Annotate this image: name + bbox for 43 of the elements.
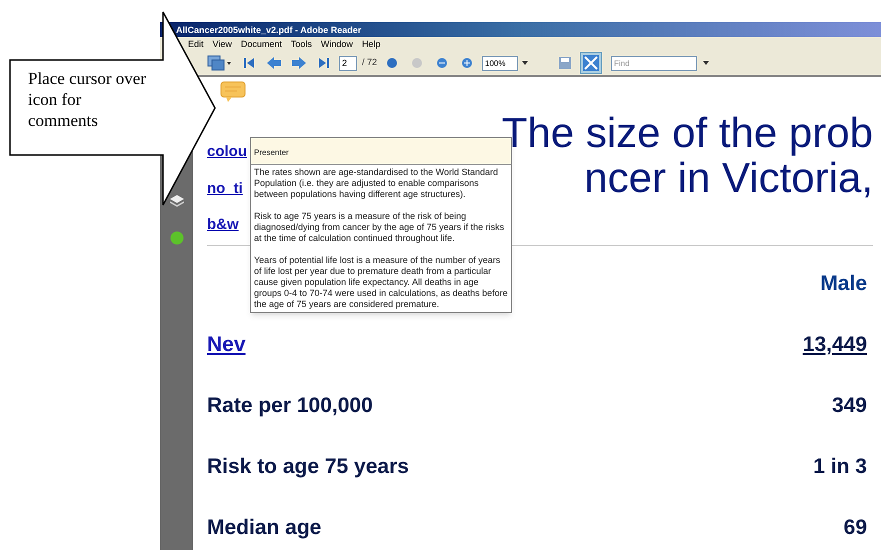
zoom-field[interactable]: 100%: [482, 56, 528, 70]
row-value: 1 in 3: [813, 454, 867, 480]
left-arrow-icon: [266, 56, 282, 70]
page-count: / 72: [362, 56, 378, 70]
column-header: Male: [820, 270, 867, 296]
menu-item[interactable]: Tools: [290, 38, 312, 50]
right-arrow-icon: [291, 56, 307, 70]
menu-item[interactable]: View: [212, 38, 232, 50]
dropdown-icon: [703, 61, 710, 65]
dropdown-icon: [522, 61, 528, 65]
zoom-out-icon: [436, 57, 448, 69]
row-label: Risk to age 75 years: [207, 454, 409, 480]
row-label: Median age: [207, 515, 322, 541]
row-link[interactable]: Nev: [207, 329, 246, 360]
menu-item[interactable]: Edit: [188, 38, 204, 50]
comment-text: The rates shown are age-standardised to the World Standard Population (i.e. they are adjusted to enable comparisons between populations having different age structures).: [254, 167, 499, 200]
page-number-field[interactable]: 2: [339, 56, 357, 70]
layers-icon[interactable]: [170, 195, 184, 207]
circle-icon: [386, 57, 398, 69]
zoom-value: 100%: [482, 56, 518, 70]
menu-item[interactable]: Document: [240, 38, 282, 50]
last-page-icon: [317, 56, 331, 70]
zoom-in-icon: [461, 57, 474, 69]
first-page-icon: [242, 56, 256, 70]
comment-text: Years of potential life lost is a measure of the number of years of life lost per year due to premature death from a particular cause given population life expectancy. All deaths in age groups 0-4 to 70-74 were used in calculations, as deaths before the age of 75 years are considered premature.: [254, 255, 508, 310]
window-title: AllCancer2005white_v2.pdf - Adobe Reader: [176, 24, 362, 36]
comment-author: Presenter: [254, 148, 289, 157]
row-label: Rate per 100,000: [207, 393, 373, 419]
menu-item[interactable]: Window: [320, 38, 353, 50]
comment-text: Risk to age 75 years is a measure of the risk of being diagnosed/dying from cancer by the age of 75 years if the risks at the time of calculation continued throughout life.: [254, 211, 506, 244]
fit-page-button[interactable]: [580, 52, 602, 74]
expand-icon: [583, 55, 600, 71]
callout-text: Place cursor over icon for comments: [28, 68, 146, 131]
circle-icon: [411, 57, 424, 69]
comment-note-icon[interactable]: [220, 81, 246, 103]
menu-item[interactable]: Help: [362, 38, 380, 50]
copy-icon: [206, 55, 232, 71]
row-value: 69: [844, 515, 867, 541]
slide-title: ncer in Victoria,: [584, 155, 873, 201]
row-value: 13,449: [802, 332, 867, 358]
save-icon: [558, 56, 572, 70]
slide-title: The size of the prob: [502, 111, 873, 155]
row-value: 349: [832, 393, 867, 419]
